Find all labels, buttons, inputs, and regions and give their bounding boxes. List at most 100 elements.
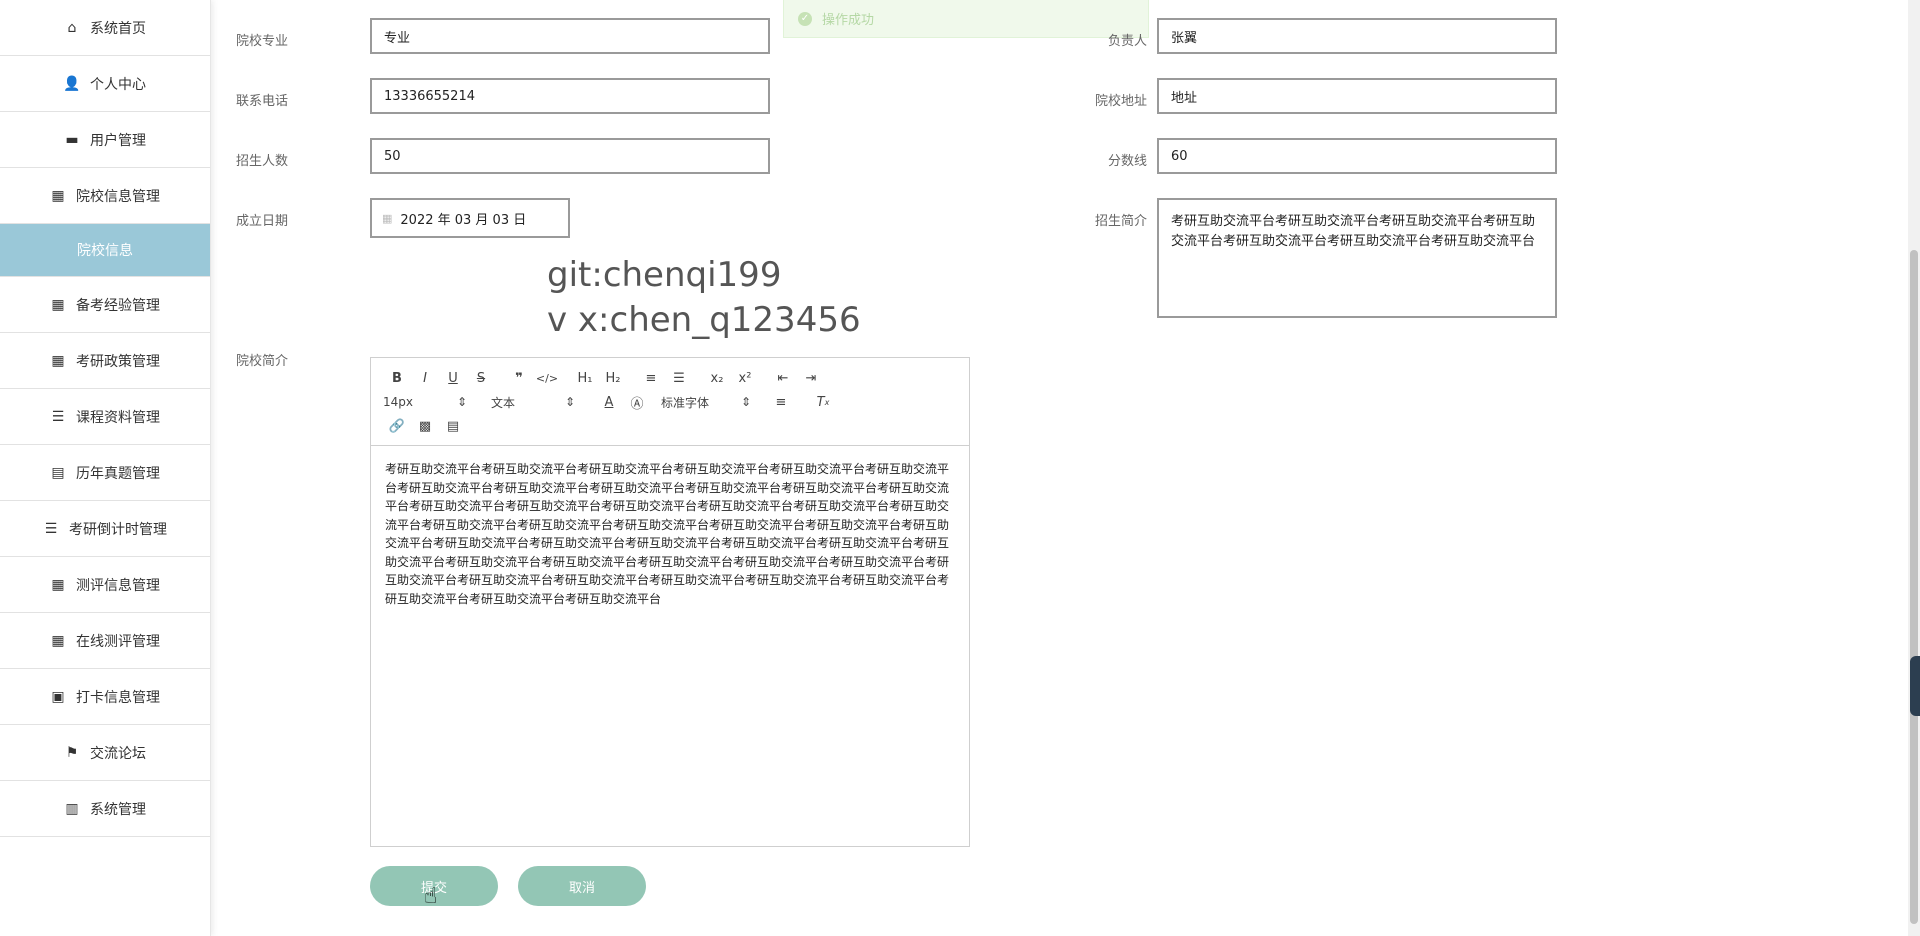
- sidebar-item-label: 在线测评管理: [76, 633, 160, 650]
- date-input[interactable]: ▦ 2022 年 03 月 03 日: [370, 198, 570, 238]
- leader-value: 张翼: [1171, 30, 1198, 46]
- grid-icon: ▦: [51, 576, 65, 593]
- sidebar-item-label: 院校信息: [77, 243, 133, 259]
- ordered-list-icon[interactable]: ≡: [637, 367, 665, 389]
- blockquote-icon[interactable]: ❞: [505, 367, 533, 389]
- clear-format-icon[interactable]: Tx: [809, 391, 837, 413]
- brief-label: 招生简介: [1094, 214, 1147, 229]
- major-value: 专业: [384, 30, 411, 46]
- hand-cursor-icon: ☝: [424, 884, 438, 909]
- sidebar-item[interactable]: ▦ 考研政策管理: [0, 333, 210, 389]
- sidebar-item[interactable]: ▦ 备考经验管理: [0, 277, 210, 333]
- sidebar-item[interactable]: ▦ 在线测评管理: [0, 613, 210, 669]
- sidebar-item[interactable]: ▦ 院校信息管理: [0, 168, 210, 224]
- grid-icon: ▦: [51, 632, 65, 649]
- enroll-label: 招生人数: [235, 154, 288, 169]
- address-value: 地址: [1171, 90, 1198, 106]
- outdent-icon[interactable]: ⇤: [769, 367, 797, 389]
- list-icon: ☰: [51, 408, 65, 425]
- sidebar-item[interactable]: ▥ 系统管理: [0, 781, 210, 837]
- sidebar-item[interactable]: ☰ 考研倒计时管理: [0, 501, 210, 557]
- list-icon: ☰: [44, 520, 58, 537]
- check-circle-icon: ✓: [798, 11, 812, 26]
- intro-label: 院校简介: [235, 354, 288, 369]
- major-label: 院校专业: [235, 34, 288, 49]
- link-icon[interactable]: 🔗: [383, 415, 411, 437]
- sidebar-item-label: 备考经验管理: [76, 297, 160, 314]
- sidebar-item-label: 用户管理: [90, 132, 146, 149]
- superscript-icon[interactable]: x²: [731, 367, 759, 389]
- underline-icon[interactable]: U: [439, 367, 467, 389]
- sidebar-item-label: 测评信息管理: [76, 577, 160, 594]
- sidebar-item[interactable]: ⌂ 系统首页: [0, 0, 210, 56]
- sidebar-item-label: 交流论坛: [90, 745, 146, 762]
- font-family-select[interactable]: 标准字体 ⇕: [661, 391, 751, 413]
- major-input[interactable]: 专业: [370, 18, 770, 54]
- grid-icon: ▦: [51, 187, 65, 204]
- scrollbar-thumb[interactable]: [1910, 250, 1918, 924]
- italic-icon[interactable]: I: [411, 367, 439, 389]
- side-drawer-handle[interactable]: [1910, 656, 1920, 716]
- address-label: 院校地址: [1094, 94, 1147, 109]
- align-icon[interactable]: ≡: [767, 391, 795, 413]
- sidebar-item[interactable]: 👤 个人中心: [0, 56, 210, 112]
- toast-message: 操作成功: [822, 13, 875, 28]
- heading-2-icon[interactable]: H₂: [599, 367, 627, 389]
- sidebar-item[interactable]: ▬ 用户管理: [0, 112, 210, 168]
- font-size-select[interactable]: 14px ⇕: [383, 391, 467, 413]
- leader-input[interactable]: 张翼: [1157, 18, 1557, 54]
- grid-icon: ▦: [51, 352, 65, 369]
- phone-input[interactable]: 13336655214: [370, 78, 770, 114]
- briefcase-icon: ▤: [51, 464, 65, 481]
- overlay-line-2: v x:chen_q123456: [547, 300, 861, 340]
- enroll-value: 50: [384, 148, 401, 164]
- calendar-icon: ▦: [382, 211, 393, 225]
- font-color-icon[interactable]: A: [595, 391, 623, 413]
- sidebar-item-label: 打卡信息管理: [76, 689, 160, 706]
- sidebar-item[interactable]: ▣ 打卡信息管理: [0, 669, 210, 725]
- enroll-input[interactable]: 50: [370, 138, 770, 174]
- indent-icon[interactable]: ⇥: [797, 367, 825, 389]
- updown-icon: ⇕: [564, 395, 575, 409]
- sidebar-item-label: 考研政策管理: [76, 353, 160, 370]
- sidebar-item-label: 院校信息管理: [76, 188, 160, 205]
- brief-textarea[interactable]: 考研互助交流平台考研互助交流平台考研互助交流平台考研互助交流平台考研互助交流平台…: [1157, 198, 1557, 318]
- clipboard-icon: ▣: [51, 688, 65, 705]
- date-label: 成立日期: [235, 214, 288, 229]
- subscript-icon[interactable]: x₂: [703, 367, 731, 389]
- text-type-select[interactable]: 文本 ⇕: [491, 391, 575, 413]
- sidebar-item[interactable]: ⚑ 交流论坛: [0, 725, 210, 781]
- video-icon[interactable]: ▤: [439, 415, 467, 437]
- strikethrough-icon[interactable]: S: [467, 367, 495, 389]
- phone-value: 13336655214: [384, 88, 475, 104]
- editor-content[interactable]: 考研互助交流平台考研互助交流平台考研互助交流平台考研互助交流平台考研互助交流平台…: [371, 446, 969, 622]
- sidebar-item[interactable]: 院校信息: [0, 224, 210, 277]
- updown-icon: ⇕: [456, 395, 467, 409]
- book-icon: ▥: [65, 800, 79, 817]
- score-value: 60: [1171, 148, 1188, 164]
- sidebar-item[interactable]: ☰ 课程资料管理: [0, 389, 210, 445]
- home-icon: ⌂: [67, 19, 77, 36]
- score-input[interactable]: 60: [1157, 138, 1557, 174]
- bullet-list-icon[interactable]: ☰: [665, 367, 693, 389]
- heading-1-icon[interactable]: H₁: [571, 367, 599, 389]
- phone-label: 联系电话: [235, 94, 288, 109]
- sidebar: ⌂ 系统首页 👤 个人中心 ▬ 用户管理 ▦ 院校信息管理 院校信息 ▦ 备考经验管理 ▦ 考研政策管理…: [0, 0, 211, 936]
- rich-text-editor[interactable]: B I U S ❞ </> H₁ H₂ ≡ ☰ x₂ x² ⇤ ⇥ 14px ⇕ …: [370, 357, 970, 847]
- bold-icon[interactable]: B: [383, 367, 411, 389]
- sidebar-item[interactable]: ▤ 历年真题管理: [0, 445, 210, 501]
- code-icon[interactable]: </>: [533, 367, 561, 389]
- background-color-icon[interactable]: Ⓐ: [623, 391, 651, 413]
- sidebar-item-label: 系统管理: [90, 801, 146, 818]
- score-label: 分数线: [1107, 154, 1147, 169]
- cancel-button[interactable]: 取消: [518, 866, 646, 906]
- user-icon: 👤: [63, 75, 81, 92]
- text-type-value: 文本: [491, 395, 516, 410]
- image-icon[interactable]: ▩: [411, 415, 439, 437]
- brief-value: 考研互助交流平台考研互助交流平台考研互助交流平台考研互助交流平台考研互助交流平台…: [1171, 214, 1536, 249]
- monitor-icon: ▬: [65, 131, 79, 148]
- address-input[interactable]: 地址: [1157, 78, 1557, 114]
- sidebar-item[interactable]: ▦ 测评信息管理: [0, 557, 210, 613]
- leader-label: 负责人: [1107, 34, 1147, 49]
- overlay-line-1: git:chenqi199: [547, 255, 782, 295]
